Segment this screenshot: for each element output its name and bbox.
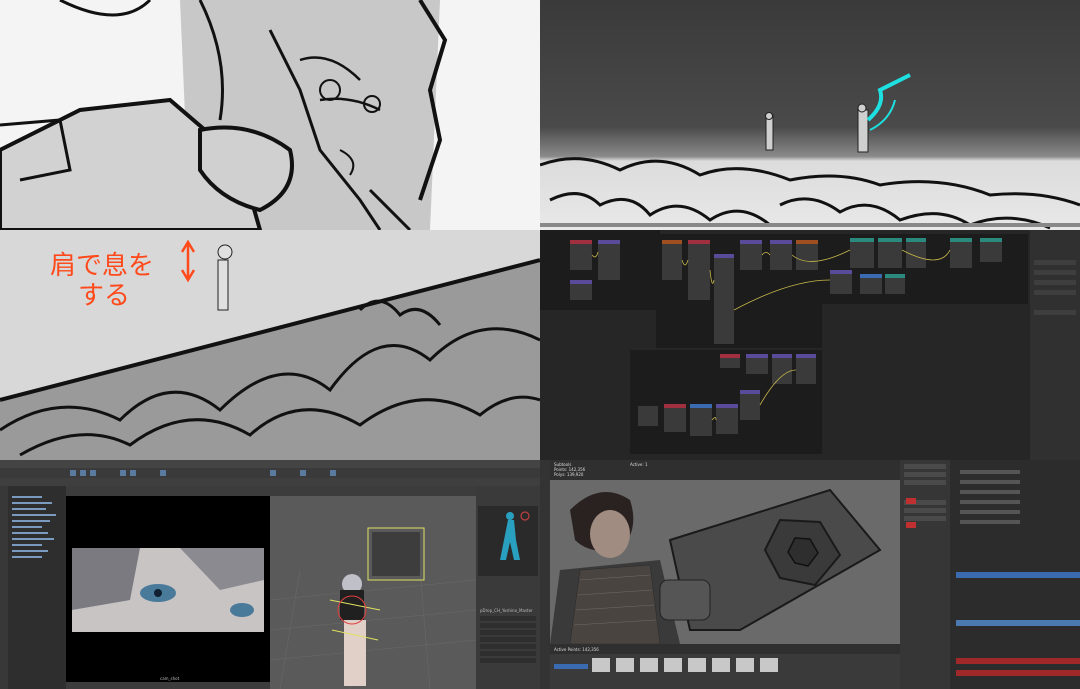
node-graph <box>540 230 1080 460</box>
preview-caption: cam_shot <box>160 676 180 681</box>
zbrush-info-line-2: Polys: 139,920 <box>554 472 584 477</box>
maya-ui: cam_shot pDrop_CH_Yoshino_Master <box>0 460 540 689</box>
tool-shelf[interactable] <box>0 486 8 689</box>
tool-palette[interactable] <box>900 460 950 689</box>
composite-grid: 肩で息を する cam_shot pDrop_CH_Yoshino_Master… <box>0 0 1080 689</box>
left-tool-strip[interactable] <box>540 460 550 689</box>
note-line-2: する <box>78 281 130 311</box>
zbrush-window: Subtools Points: 142,356 Polys: 139,920 … <box>540 460 1080 689</box>
sketch-hillside: 肩で息を する <box>0 239 540 460</box>
note-line-1: 肩で息を <box>50 251 154 281</box>
storyboard-landscape-panel <box>540 0 1080 230</box>
outliner[interactable] <box>8 486 66 689</box>
maya-window: cam_shot pDrop_CH_Yoshino_Master <box>0 460 540 689</box>
storyboard-closeup-panel <box>0 0 540 230</box>
attribute-header: pDrop_CH_Yoshino_Master <box>480 608 533 613</box>
zbrush-bottom-info: Active Points: 142,356 <box>554 647 599 652</box>
zbrush-info-line-3: Active: 1 <box>630 462 648 467</box>
zbrush-ui: Subtools Points: 142,356 Polys: 139,920 … <box>540 460 1080 689</box>
sketch-landscape <box>540 73 1080 230</box>
perspective-viewport[interactable] <box>270 496 476 689</box>
node-editor-panel <box>540 230 1080 460</box>
storyboard-hillside-panel: 肩で息を する <box>0 230 540 460</box>
sketch-closeup <box>0 0 448 230</box>
